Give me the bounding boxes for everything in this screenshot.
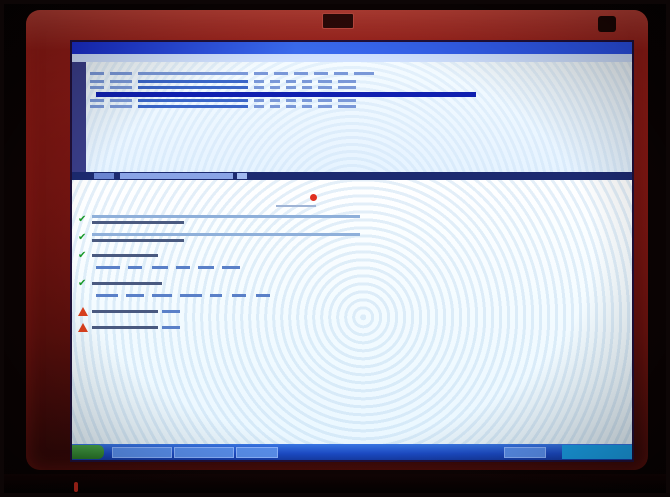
log-line xyxy=(92,282,162,285)
tab-active[interactable] xyxy=(120,173,233,179)
left-gutter xyxy=(72,62,86,174)
log-token xyxy=(152,294,172,297)
tab[interactable] xyxy=(94,173,114,179)
start-button[interactable] xyxy=(72,445,104,459)
log-token xyxy=(198,266,214,269)
desk-surface xyxy=(4,474,666,493)
taskbar-button[interactable] xyxy=(236,447,278,458)
log-token xyxy=(96,266,120,269)
sensor-icon xyxy=(598,16,616,32)
log-token xyxy=(176,266,190,269)
screen-moire xyxy=(72,62,632,172)
check-icon: ✔ xyxy=(78,278,87,289)
list-row[interactable] xyxy=(90,105,462,109)
log-line xyxy=(162,310,180,313)
logo-subtitle xyxy=(276,205,316,207)
log-token xyxy=(128,266,142,269)
log-token xyxy=(256,294,270,297)
taskbar-button[interactable] xyxy=(504,447,546,458)
log-line xyxy=(162,326,180,329)
laptop-bezel: ✔ ✔ ✔ ✔ xyxy=(26,10,648,470)
check-icon: ✔ xyxy=(78,214,87,225)
log-token xyxy=(126,294,144,297)
list-row[interactable] xyxy=(90,80,462,84)
log-token xyxy=(210,294,222,297)
webcam-icon xyxy=(322,13,354,29)
status-led-icon xyxy=(74,482,78,492)
window-title-bar xyxy=(72,42,632,54)
list-header-row xyxy=(90,72,462,76)
log-line xyxy=(92,233,360,236)
log-line xyxy=(92,221,184,224)
warning-icon xyxy=(78,323,88,332)
check-icon: ✔ xyxy=(78,250,87,261)
splitter-grip[interactable] xyxy=(237,173,247,179)
photo: ✔ ✔ ✔ ✔ xyxy=(4,4,666,493)
log-line xyxy=(92,215,360,218)
log-line xyxy=(92,310,158,313)
log-entry: ✔ xyxy=(78,232,598,250)
warning-icon xyxy=(78,307,88,316)
app-logo xyxy=(248,190,317,204)
log-line xyxy=(92,239,184,242)
taskbar xyxy=(72,444,632,460)
log-entry: ✔ xyxy=(78,214,598,232)
taskbar-button[interactable] xyxy=(112,447,172,458)
log-entry-error xyxy=(78,322,598,340)
check-icon: ✔ xyxy=(78,232,87,243)
log-token xyxy=(180,294,202,297)
list-row[interactable] xyxy=(90,99,462,103)
log-token xyxy=(152,266,168,269)
selected-row-highlight[interactable] xyxy=(96,92,476,97)
logo-mark-icon xyxy=(310,193,317,201)
file-list-pane xyxy=(72,62,632,172)
log-pane: ✔ ✔ ✔ ✔ xyxy=(72,180,632,444)
log-token xyxy=(232,294,246,297)
log-token xyxy=(96,294,118,297)
laptop-screen: ✔ ✔ ✔ ✔ xyxy=(70,40,634,462)
log-line xyxy=(92,326,158,329)
log-line xyxy=(92,254,158,257)
system-tray[interactable] xyxy=(562,445,632,459)
list-row[interactable] xyxy=(90,86,462,90)
pane-divider[interactable] xyxy=(72,172,632,180)
log-token xyxy=(222,266,240,269)
taskbar-button[interactable] xyxy=(174,447,234,458)
menu-bar xyxy=(72,54,632,62)
